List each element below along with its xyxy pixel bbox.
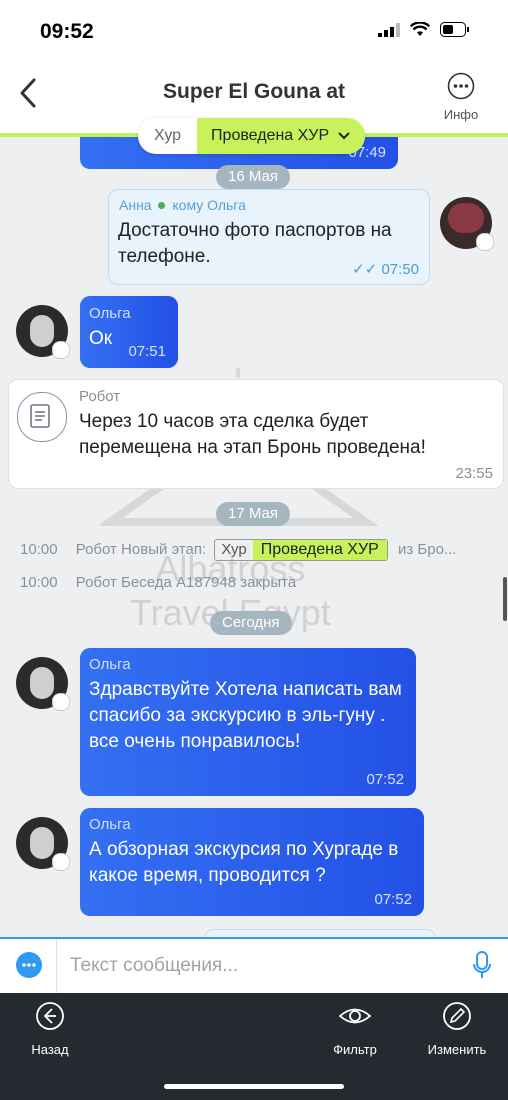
system-event-closed: 10:00 Робот Беседа А187948 закрыта	[20, 574, 296, 591]
message-text: Ок	[89, 328, 113, 349]
message-time: 07:52	[374, 891, 412, 908]
avatar-badge	[476, 233, 494, 251]
toolbar-back-button[interactable]: Назад	[20, 1001, 80, 1057]
microphone-icon	[473, 951, 491, 978]
toolbar-filter-button[interactable]: Фильтр	[325, 1001, 385, 1057]
message-status: ✓✓ 07:50	[352, 260, 419, 278]
message-recipient: кому Ольга	[172, 197, 246, 213]
system-text: Робот Новый этап:	[75, 540, 207, 558]
message-author: Ольга	[89, 305, 131, 322]
avatar-badge	[52, 853, 70, 871]
date-separator: Сегодня	[210, 611, 292, 635]
stage-current-label: Проведена ХУР	[211, 127, 330, 144]
wifi-icon	[410, 22, 430, 36]
eye-icon	[338, 1008, 372, 1024]
composer-divider	[56, 939, 57, 995]
stage-pipeline: Хур	[154, 127, 182, 144]
voice-button[interactable]	[472, 951, 492, 986]
info-button[interactable]: Инфо	[436, 72, 486, 122]
system-text: Робот Беседа А187948 закрыта	[75, 574, 297, 591]
chat-feed[interactable]: Albatross Travel Egypt 07:49 16 Мая Анна…	[0, 137, 508, 937]
system-time: 10:00	[20, 540, 58, 558]
scrollbar-thumb[interactable]	[503, 577, 507, 621]
message-author: Анна	[119, 197, 152, 213]
status-time: 09:52	[40, 20, 94, 43]
message-text: А обзорная экскурсия по Хургаде в какое …	[89, 839, 399, 886]
system-stage-pipeline: Хур	[221, 541, 247, 558]
message-time: 07:52	[366, 771, 404, 788]
chat-title: Super El Gouna at	[162, 80, 346, 103]
robot-icon-circle	[17, 392, 67, 442]
message-author: Ольга	[89, 656, 131, 673]
toolbar-edit-button[interactable]: Изменить	[424, 1001, 490, 1057]
chat-bubble-icon	[22, 963, 36, 967]
avatar-badge	[52, 693, 70, 711]
message-bubble-partial[interactable]	[204, 929, 436, 937]
message-time: 07:51	[128, 343, 166, 360]
system-event-stage-change: 10:00 Робот Новый этап: Хур Проведена ХУР…	[20, 539, 456, 561]
message-input[interactable]: Текст сообщения...	[70, 955, 238, 977]
toolbar-filter-label: Фильтр	[333, 1042, 377, 1057]
document-icon	[30, 404, 50, 428]
message-bubble-incoming[interactable]: Ольга Ок 07:51	[80, 296, 178, 368]
message-composer: Текст сообщения...	[0, 937, 508, 995]
home-indicator[interactable]	[164, 1084, 344, 1089]
stage-selector[interactable]: Хур Проведена ХУР	[138, 118, 366, 154]
toolbar-back-label: Назад	[31, 1042, 69, 1057]
message-author: Ольга	[89, 816, 131, 833]
info-label: Инфо	[443, 107, 479, 122]
message-time: 07:50	[381, 261, 419, 278]
message-bubble-incoming[interactable]: Ольга Здравствуйте Хотела написать вам с…	[80, 648, 416, 796]
system-stage-pill: Хур Проведена ХУР	[214, 539, 388, 561]
robot-time: 23:55	[455, 465, 493, 482]
robot-text: Через 10 часов эта сделка будет перемеще…	[79, 411, 426, 458]
status-icons	[378, 22, 470, 37]
battery-icon	[440, 22, 469, 37]
system-stage-name: Проведена ХУР	[252, 540, 387, 560]
robot-notification[interactable]: Робот Через 10 часов эта сделка будет пе…	[8, 379, 504, 489]
avatar-face	[30, 315, 54, 347]
system-suffix: из Бро...	[397, 540, 457, 558]
online-dot	[158, 202, 166, 209]
message-text: Здравствуйте Хотела написать вам спасибо…	[89, 679, 402, 752]
back-circle-icon	[36, 1002, 64, 1030]
message-bubble-incoming[interactable]: Ольга А обзорная экскурсия по Хургаде в …	[80, 808, 424, 916]
double-check-icon: ✓✓	[352, 261, 378, 278]
status-bar: 09:52	[0, 0, 508, 62]
chevron-down-icon	[338, 132, 350, 140]
avatar-flowers	[448, 203, 484, 233]
stage-current: Проведена ХУР	[197, 118, 366, 154]
date-separator: 16 Мая	[216, 165, 290, 189]
bottom-toolbar: Назад Фильтр Изменить	[0, 993, 508, 1100]
avatar-badge	[52, 341, 70, 359]
toolbar-edit-label: Изменить	[427, 1042, 487, 1057]
pencil-icon	[443, 1002, 471, 1030]
robot-author: Робот	[79, 388, 121, 405]
chat-type-button[interactable]	[16, 952, 42, 978]
avatar-face	[30, 827, 54, 859]
message-bubble-outgoing[interactable]: Анна кому Ольга Достаточно фото паспорто…	[108, 189, 430, 285]
avatar-face	[30, 667, 54, 699]
message-author-line: Анна кому Ольга	[119, 197, 246, 213]
signal-icon	[378, 22, 400, 37]
date-separator: 17 Мая	[216, 502, 290, 526]
more-icon	[447, 72, 475, 100]
system-time: 10:00	[20, 574, 58, 591]
